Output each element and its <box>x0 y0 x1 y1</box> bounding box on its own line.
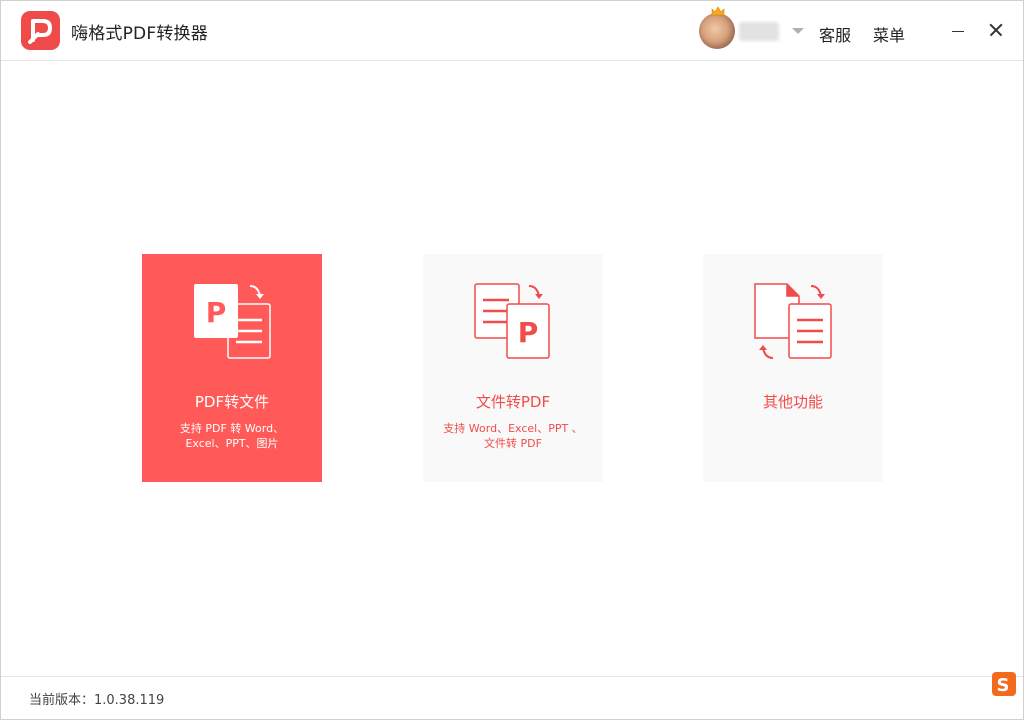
pdf-to-file-card[interactable]: P PDF转文件 支持 PDF 转 Word、 Excel、PPT、图片 <box>142 254 322 482</box>
card-description: 支持 Word、Excel、PPT 、 文件转 PDF <box>433 421 593 451</box>
app-title: 嗨格式PDF转换器 <box>71 24 208 44</box>
card-title: 其他功能 <box>762 393 823 411</box>
card-description-line: 文件转 PDF <box>484 437 542 450</box>
close-icon[interactable] <box>985 19 1007 41</box>
vip-crown-icon <box>711 6 725 16</box>
customer-service-link[interactable]: 客服 <box>819 22 851 46</box>
card-description-line: 支持 Word、Excel、PPT 、 <box>443 422 583 435</box>
menu-link[interactable]: 菜单 <box>873 22 905 46</box>
card-description-line: Excel、PPT、图片 <box>185 437 279 450</box>
other-functions-icon <box>754 283 832 359</box>
title-bar[interactable]: 嗨格式PDF转换器 客服 菜单 <box>1 1 1023 61</box>
file-to-pdf-card[interactable]: P 文件转PDF 支持 Word、Excel、PPT 、 文件转 PDF <box>423 254 603 482</box>
chevron-down-icon[interactable] <box>792 28 804 34</box>
card-title: 文件转PDF <box>475 393 551 411</box>
svg-text:S: S <box>997 675 1010 696</box>
card-title: PDF转文件 <box>194 393 270 411</box>
user-avatar[interactable] <box>699 6 735 49</box>
other-functions-card[interactable]: 其他功能 <box>703 254 883 482</box>
pdf-to-file-icon: P <box>194 284 271 359</box>
svg-text:P: P <box>518 316 539 349</box>
ime-s-icon[interactable]: S <box>991 671 1017 697</box>
card-description: 支持 PDF 转 Word、 Excel、PPT、图片 <box>152 421 312 451</box>
version-label: 当前版本：1.0.38.119 <box>29 693 165 708</box>
username[interactable] <box>739 22 779 41</box>
minimize-icon[interactable] <box>947 19 969 41</box>
svg-text:P: P <box>206 296 227 329</box>
card-description-line: 支持 PDF 转 Word、 <box>179 422 285 435</box>
file-to-pdf-icon: P <box>474 283 550 359</box>
status-bar: 当前版本：1.0.38.119 <box>1 676 1023 719</box>
app-window: 嗨格式PDF转换器 客服 菜单 P PDF转文件 支持 PDF 转 Word、 <box>0 0 1024 720</box>
pdf-p-logo-icon <box>21 11 60 50</box>
